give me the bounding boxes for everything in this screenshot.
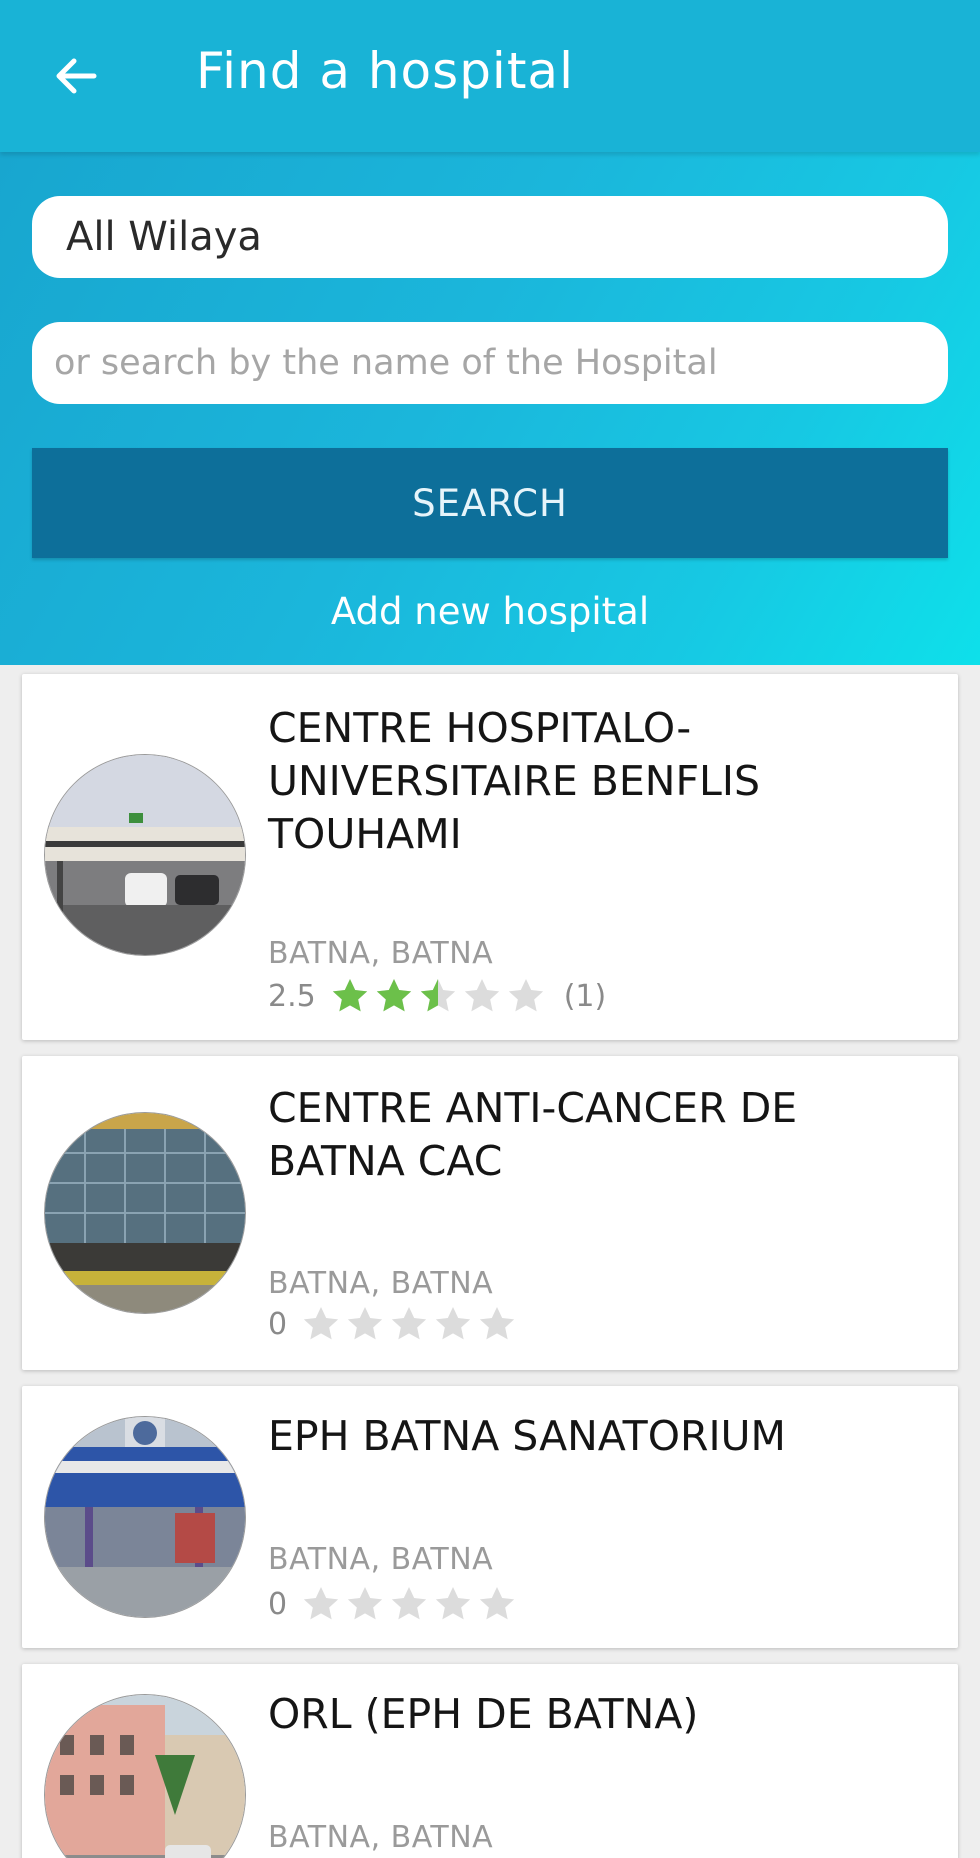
- hospital-photo: [44, 1112, 246, 1314]
- hospital-name: CENTRE ANTI-CANCER DE BATNA CAC: [268, 1084, 798, 1185]
- star-icon: [374, 976, 414, 1016]
- star-icon: [433, 1584, 473, 1624]
- star-icon: [345, 1304, 385, 1344]
- hospital-name: ORL (EPH DE BATNA): [268, 1690, 699, 1738]
- star-icon: [433, 1304, 473, 1344]
- hospital-photo: [44, 1416, 246, 1618]
- search-panel: All Wilaya SEARCH Add new hospital: [0, 152, 980, 665]
- hospital-search-input[interactable]: [32, 322, 948, 404]
- rating-row: 0: [268, 1582, 517, 1626]
- arrow-left-icon: [56, 58, 97, 94]
- star-icon: [389, 1304, 429, 1344]
- hospital-card[interactable]: ORL (EPH DE BATNA) BATNA, BATNA 0: [22, 1664, 958, 1858]
- hospital-location: BATNA, BATNA: [268, 1542, 494, 1577]
- rating-row: 0: [268, 1302, 517, 1346]
- star-rating: [301, 1584, 517, 1624]
- hospital-photo: [44, 754, 246, 956]
- hospital-name: CENTRE HOSPITALO-UNIVERSITAIRE BENFLIS T…: [268, 704, 760, 858]
- star-rating: [301, 1304, 517, 1344]
- add-new-hospital-link[interactable]: Add new hospital: [0, 590, 980, 633]
- star-icon: [477, 1304, 517, 1344]
- rating-row: 2.5 (1): [268, 974, 606, 1018]
- rating-value: 2.5: [268, 978, 316, 1014]
- review-count: (1): [563, 978, 607, 1014]
- star-icon: [418, 976, 458, 1016]
- hospital-location: BATNA, BATNA: [268, 1266, 494, 1301]
- hospital-card[interactable]: CENTRE ANTI-CANCER DE BATNA CAC BATNA, B…: [22, 1056, 958, 1370]
- star-icon: [301, 1584, 341, 1624]
- back-button[interactable]: [44, 44, 108, 108]
- search-button[interactable]: SEARCH: [32, 448, 948, 558]
- rating-value: 0: [268, 1306, 288, 1342]
- hospital-photo: [44, 1694, 246, 1858]
- app-bar: Find a hospital: [0, 0, 980, 152]
- hospital-name: EPH BATNA SANATORIUM: [268, 1412, 786, 1460]
- wilaya-dropdown[interactable]: All Wilaya: [32, 196, 948, 278]
- page-title: Find a hospital: [196, 42, 574, 100]
- star-icon: [345, 1584, 385, 1624]
- star-icon: [389, 1584, 429, 1624]
- star-icon: [477, 1584, 517, 1624]
- hospital-card[interactable]: EPH BATNA SANATORIUM BATNA, BATNA 0: [22, 1386, 958, 1648]
- star-icon: [330, 976, 370, 1016]
- star-icon: [301, 1304, 341, 1344]
- star-icon: [506, 976, 546, 1016]
- star-rating: [330, 976, 546, 1016]
- star-icon: [462, 976, 502, 1016]
- hospital-card[interactable]: CENTRE HOSPITALO-UNIVERSITAIRE BENFLIS T…: [22, 674, 958, 1040]
- wilaya-dropdown-value: All Wilaya: [66, 214, 262, 260]
- hospital-location: BATNA, BATNA: [268, 936, 494, 971]
- hospital-location: BATNA, BATNA: [268, 1820, 494, 1855]
- rating-value: 0: [268, 1586, 288, 1622]
